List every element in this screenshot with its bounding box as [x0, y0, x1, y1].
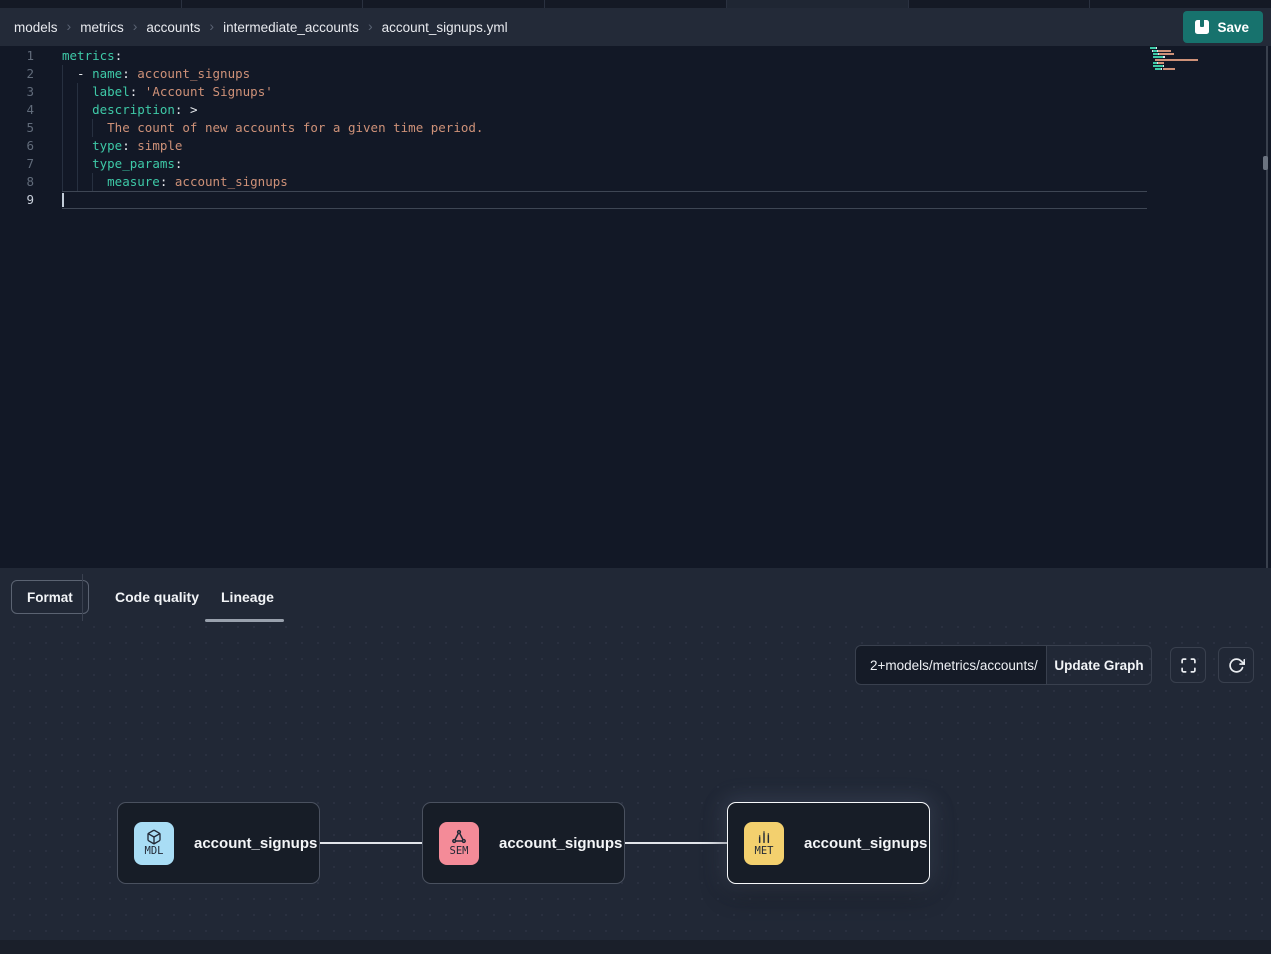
lineage-selector-input[interactable]: [855, 645, 1047, 685]
code-text[interactable]: - name: account_signups: [62, 65, 250, 83]
chevron-right-icon: ›: [133, 18, 138, 34]
node-type-code: SEM: [450, 846, 469, 857]
line-number: 4: [0, 101, 34, 119]
breadcrumb-item[interactable]: metrics: [80, 20, 124, 35]
breadcrumb-bar: models › metrics › accounts › intermediate_acc…: [0, 8, 1271, 46]
format-button[interactable]: Format: [11, 580, 89, 614]
line-number: 9: [0, 191, 34, 209]
node-type-code: MET: [755, 846, 774, 857]
line-number: 8: [0, 173, 34, 191]
code-line[interactable]: 4 description: >: [0, 101, 1271, 119]
editor-tab-segment[interactable]: [545, 0, 727, 8]
breadcrumb-item[interactable]: accounts: [146, 20, 200, 35]
code-text[interactable]: type: simple: [62, 137, 182, 155]
node-type-badge: MET: [744, 822, 784, 865]
node-type-badge: MDL: [134, 822, 174, 865]
code-text[interactable]: label: 'Account Signups': [62, 83, 273, 101]
line-number: 2: [0, 65, 34, 83]
code-line[interactable]: 5 The count of new accounts for a given …: [0, 119, 1271, 137]
metric-icon: [756, 829, 772, 845]
node-label: account_signups: [499, 835, 622, 852]
maximize-icon: [1180, 657, 1197, 674]
line-number: 5: [0, 119, 34, 137]
editor-minimap[interactable]: [1150, 47, 1216, 77]
editor-tab-segment[interactable]: [727, 0, 909, 8]
line-number: 3: [0, 83, 34, 101]
editor-tab-segment[interactable]: [363, 0, 545, 8]
code-line[interactable]: 1 metrics:: [0, 47, 1271, 65]
code-line[interactable]: 7 type_params:: [0, 155, 1271, 173]
update-graph-button[interactable]: Update Graph: [1047, 645, 1152, 685]
text-cursor: [62, 193, 64, 207]
editor-scrollbar-thumb[interactable]: [1263, 156, 1268, 170]
lineage-toolbar: Update Graph: [855, 645, 1152, 685]
bottom-panel: Format Code quality Lineage MDL account_s…: [0, 568, 1271, 954]
line-number: 7: [0, 155, 34, 173]
chevron-right-icon: ›: [67, 18, 72, 34]
breadcrumb-item[interactable]: intermediate_accounts: [223, 20, 359, 35]
panel-header: Format Code quality Lineage: [0, 568, 1271, 625]
editor-scrollbar[interactable]: [1266, 46, 1268, 568]
breadcrumb-item[interactable]: account_signups.yml: [382, 20, 508, 35]
code-line[interactable]: 6 type: simple: [0, 137, 1271, 155]
node-type-code: MDL: [145, 846, 164, 857]
code-line[interactable]: 8 measure: account_signups: [0, 173, 1271, 191]
node-label: account_signups: [194, 835, 317, 852]
lineage-edge: [625, 842, 727, 844]
editor-tab-segment[interactable]: [182, 0, 364, 8]
lineage-node-sem[interactable]: SEM account_signups: [422, 802, 625, 884]
semantic-model-icon: [451, 829, 467, 845]
lineage-node-mdl[interactable]: MDL account_signups: [117, 802, 320, 884]
editor-tab-segment[interactable]: [0, 0, 182, 8]
code-text[interactable]: metrics:: [62, 47, 122, 65]
node-type-badge: SEM: [439, 822, 479, 865]
breadcrumb: models › metrics › accounts › intermediate_acc…: [14, 19, 1183, 35]
code-text[interactable]: measure: account_signups: [62, 173, 288, 191]
panel-bottom-strip: [0, 940, 1271, 954]
header-divider: [82, 574, 83, 621]
code-text[interactable]: The count of new accounts for a given ti…: [62, 119, 483, 137]
code-editor[interactable]: 1metrics:2 - name: account_signups3 labe…: [0, 46, 1271, 568]
save-icon: [1195, 20, 1209, 34]
breadcrumb-item[interactable]: models: [14, 20, 58, 35]
code-text[interactable]: type_params:: [62, 155, 182, 173]
editor-tab-segment[interactable]: [909, 0, 1091, 8]
active-tab-underline: [205, 619, 284, 622]
code-line[interactable]: 3 label: 'Account Signups': [0, 83, 1271, 101]
refresh-graph-button[interactable]: [1218, 647, 1254, 683]
lineage-edge: [320, 842, 422, 844]
active-line-highlight: [62, 191, 1147, 209]
chevron-right-icon: ›: [209, 18, 214, 34]
tab-lineage[interactable]: Lineage: [221, 582, 274, 612]
code-line[interactable]: 2 - name: account_signups: [0, 65, 1271, 83]
editor-tab-strip[interactable]: [0, 0, 1271, 8]
node-label: account_signups: [804, 835, 927, 852]
chevron-right-icon: ›: [368, 18, 373, 34]
lineage-node-met[interactable]: MET account_signups: [727, 802, 930, 884]
code-line[interactable]: 9: [0, 191, 1271, 209]
refresh-icon: [1228, 657, 1245, 674]
save-button-label: Save: [1217, 20, 1249, 35]
editor-tab-segment[interactable]: [1090, 0, 1271, 8]
line-number: 1: [0, 47, 34, 65]
save-button[interactable]: Save: [1183, 11, 1263, 43]
code-text[interactable]: description: >: [62, 101, 198, 119]
line-number: 6: [0, 137, 34, 155]
tab-code-quality[interactable]: Code quality: [115, 582, 199, 612]
cube-icon: [146, 829, 162, 845]
fullscreen-button[interactable]: [1170, 647, 1206, 683]
